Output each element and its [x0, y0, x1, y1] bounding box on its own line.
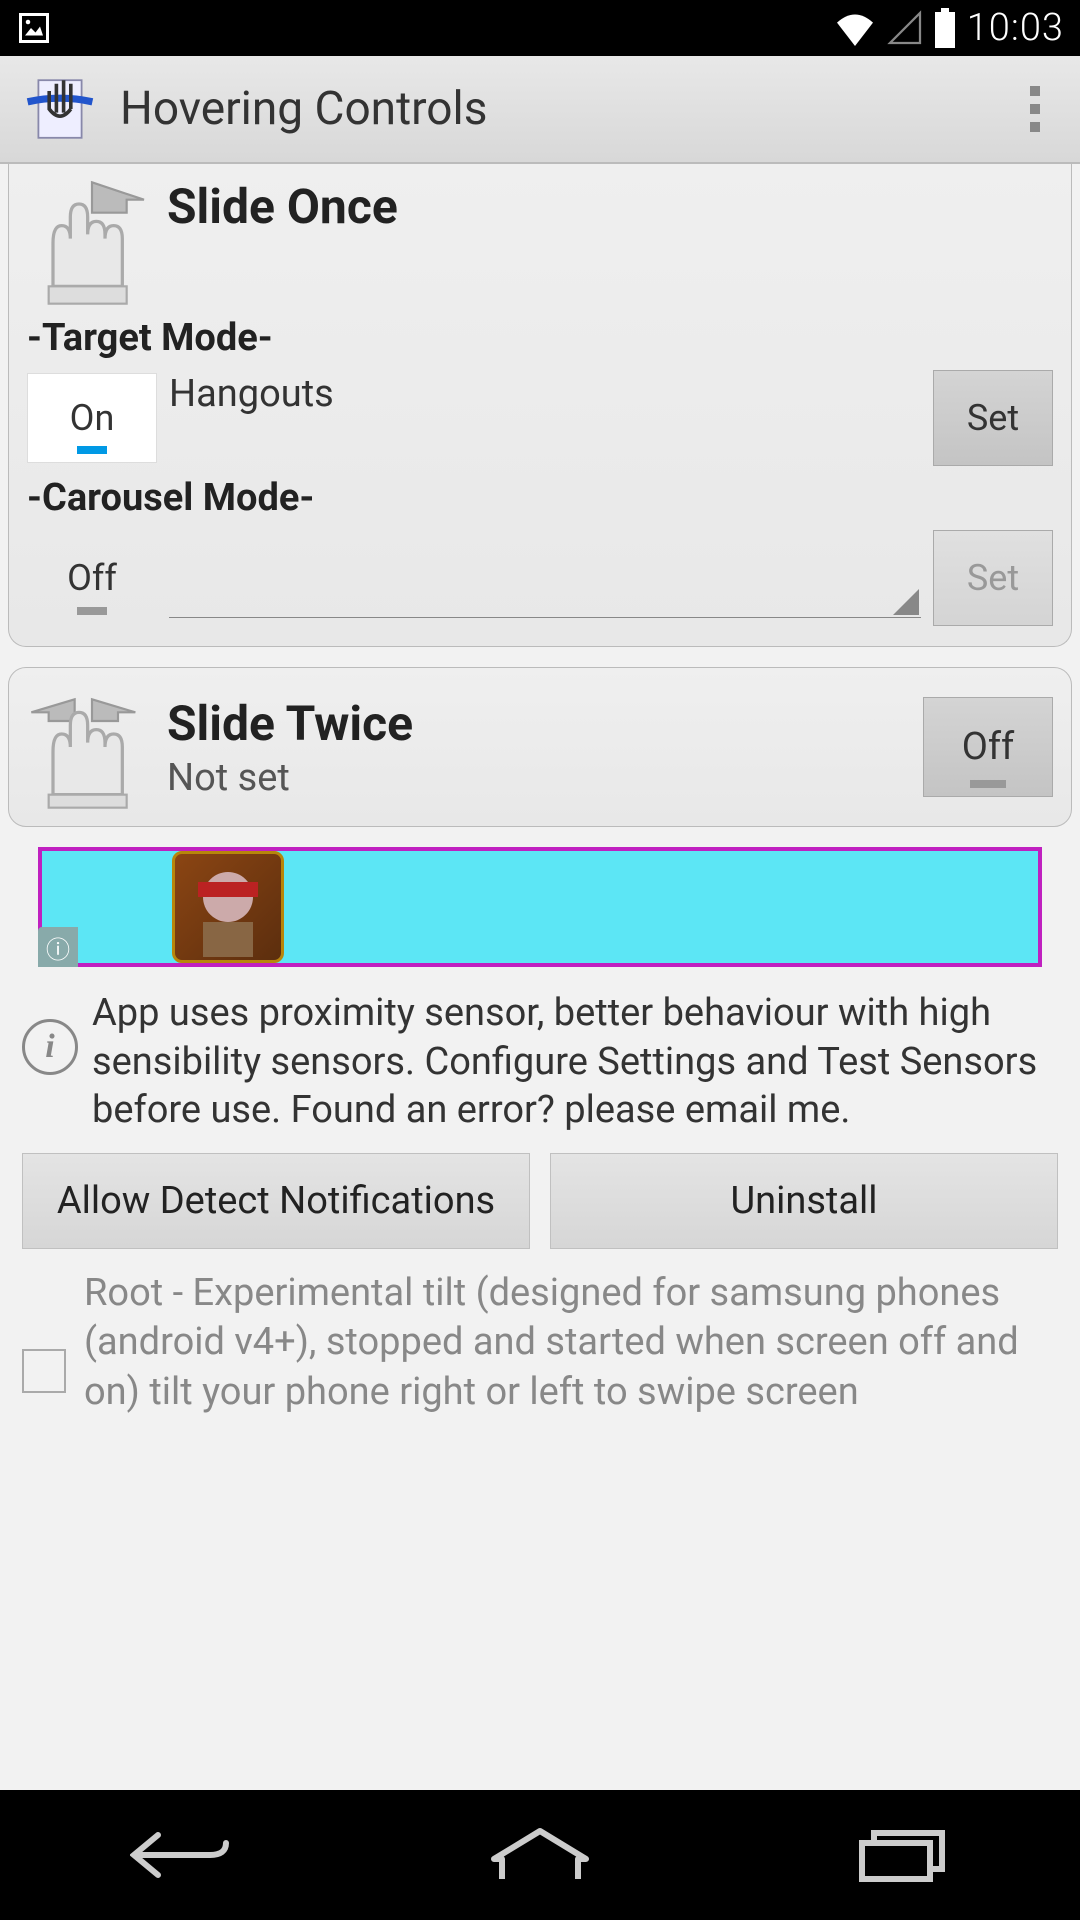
slide-once-card: Slide Once -Target Mode- On Hangouts Set…	[8, 164, 1072, 647]
status-bar: 10:03	[0, 0, 1080, 56]
slide-twice-subtitle: Not set	[167, 756, 923, 800]
carousel-set-button[interactable]: Set	[933, 530, 1053, 626]
slide-twice-toggle-text: Off	[962, 725, 1015, 769]
ad-banner[interactable]: ⓘ	[38, 847, 1042, 967]
root-tilt-row[interactable]: Root - Experimental tilt (designed for s…	[8, 1269, 1072, 1417]
info-section: i App uses proximity sensor, better beha…	[8, 981, 1072, 1153]
root-tilt-text: Root - Experimental tilt (designed for s…	[84, 1269, 1058, 1417]
root-tilt-checkbox[interactable]	[22, 1349, 66, 1393]
app-icon	[20, 69, 100, 149]
battery-icon	[933, 8, 957, 48]
target-set-label: Set	[967, 397, 1019, 439]
allow-notifications-label: Allow Detect Notifications	[57, 1179, 495, 1223]
carousel-toggle-text: Off	[67, 557, 117, 599]
target-mode-value: Hangouts	[169, 372, 921, 416]
slide-twice-gesture-icon	[27, 682, 157, 812]
recents-icon	[850, 1827, 950, 1883]
carousel-mode-toggle[interactable]: Off	[27, 533, 157, 623]
carousel-set-label: Set	[967, 557, 1019, 599]
content-area: Slide Once -Target Mode- On Hangouts Set…	[0, 164, 1080, 1790]
action-bar: Hovering Controls	[0, 56, 1080, 164]
target-set-button[interactable]: Set	[933, 370, 1053, 466]
uninstall-button[interactable]: Uninstall	[550, 1153, 1058, 1249]
home-icon	[490, 1827, 590, 1883]
info-icon: i	[22, 1019, 78, 1075]
slide-twice-card: Slide Twice Not set Off	[8, 667, 1072, 827]
carousel-dropdown[interactable]	[169, 538, 921, 618]
info-text: App uses proximity sensor, better behavi…	[92, 989, 1058, 1135]
wifi-icon	[833, 10, 877, 46]
allow-notifications-button[interactable]: Allow Detect Notifications	[22, 1153, 530, 1249]
back-icon	[130, 1827, 230, 1883]
target-toggle-text: On	[70, 397, 115, 439]
page-title: Hovering Controls	[120, 82, 1010, 136]
ad-info-icon[interactable]: ⓘ	[38, 927, 78, 967]
ad-avatar-icon	[172, 851, 284, 963]
slide-once-title: Slide Once	[167, 178, 398, 235]
target-mode-label: -Target Mode-	[27, 316, 1053, 360]
back-button[interactable]	[80, 1815, 280, 1895]
slide-twice-title: Slide Twice	[167, 695, 923, 752]
navigation-bar	[0, 1790, 1080, 1920]
recents-button[interactable]	[800, 1815, 1000, 1895]
slide-twice-toggle[interactable]: Off	[923, 697, 1053, 797]
home-button[interactable]	[440, 1815, 640, 1895]
dropdown-triangle-icon	[893, 589, 919, 615]
slide-once-gesture-icon	[27, 178, 157, 308]
status-time: 10:03	[967, 6, 1064, 50]
picture-icon	[16, 10, 52, 46]
signal-icon	[887, 10, 923, 46]
target-mode-toggle[interactable]: On	[27, 373, 157, 463]
uninstall-label: Uninstall	[730, 1179, 877, 1223]
overflow-menu[interactable]	[1010, 74, 1060, 144]
carousel-mode-label: -Carousel Mode-	[27, 476, 1053, 520]
